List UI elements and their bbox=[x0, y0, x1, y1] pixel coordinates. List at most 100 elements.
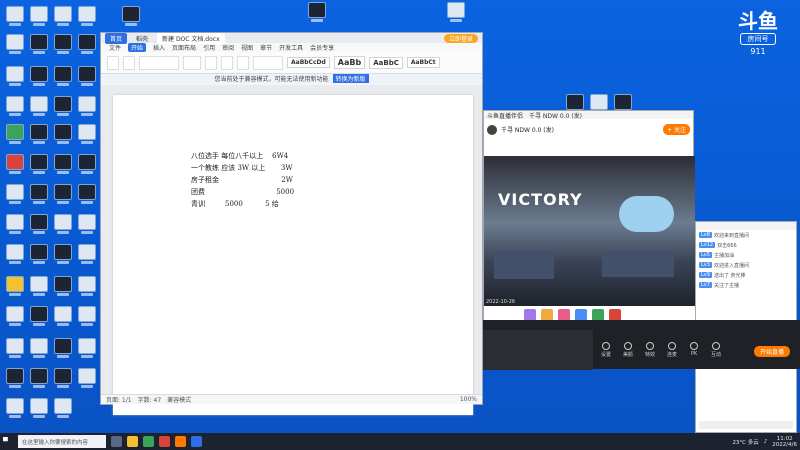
desktop-icon[interactable] bbox=[6, 398, 24, 418]
paste-button[interactable] bbox=[107, 55, 119, 70]
follow-button[interactable]: + 关注 bbox=[663, 124, 690, 135]
desktop-icon[interactable] bbox=[30, 398, 48, 418]
desktop-icon[interactable] bbox=[614, 94, 632, 114]
desktop-icon[interactable] bbox=[6, 214, 24, 234]
desktop-icon[interactable] bbox=[78, 214, 96, 234]
explorer-icon[interactable] bbox=[127, 436, 138, 447]
desktop-icon[interactable] bbox=[54, 214, 72, 234]
desktop-icon[interactable] bbox=[54, 244, 72, 264]
desktop-icon[interactable] bbox=[6, 66, 24, 86]
desktop-icon[interactable] bbox=[30, 66, 48, 86]
chat-input[interactable] bbox=[699, 421, 793, 429]
desktop-icon[interactable] bbox=[54, 6, 72, 26]
taskbar-search-input[interactable]: 在这里输入你要搜索的内容 bbox=[18, 435, 106, 448]
tab-document[interactable]: 新建 DOC 文档.docx bbox=[157, 32, 225, 44]
desktop-icon[interactable] bbox=[78, 338, 96, 358]
desktop-icon[interactable] bbox=[78, 244, 96, 264]
desktop-icon[interactable] bbox=[78, 184, 96, 204]
style-normal[interactable]: AaBbCcDd bbox=[287, 57, 330, 68]
desktop-icon[interactable] bbox=[308, 2, 326, 22]
desktop-icon[interactable] bbox=[30, 214, 48, 234]
desktop-icon[interactable] bbox=[30, 124, 48, 144]
desktop-icon[interactable] bbox=[78, 368, 96, 388]
clock[interactable]: 11:02 2022/4/6 bbox=[772, 436, 797, 448]
underline-button[interactable] bbox=[237, 55, 249, 70]
desktop-icon[interactable] bbox=[6, 244, 24, 264]
menu-sections[interactable]: 章节 bbox=[260, 43, 272, 52]
desktop-icon[interactable] bbox=[566, 94, 584, 114]
desktop-icon[interactable] bbox=[30, 6, 48, 26]
desktop-icon[interactable] bbox=[30, 276, 48, 296]
desktop-icon[interactable] bbox=[54, 124, 72, 144]
desktop-icon[interactable] bbox=[54, 338, 72, 358]
effects-control[interactable]: 特效 bbox=[642, 342, 658, 358]
tab-home[interactable]: 首页 bbox=[105, 32, 128, 44]
document-body[interactable]: 八位选手 每位八千以上 6W4 一个教练 应该 3W 以上 3W 房子租金 2W… bbox=[191, 150, 294, 210]
preview-thumbnail[interactable] bbox=[483, 330, 593, 370]
desktop-icon[interactable] bbox=[447, 2, 465, 22]
desktop-icon[interactable] bbox=[6, 276, 24, 296]
menu-developer[interactable]: 开发工具 bbox=[279, 43, 303, 52]
menu-insert[interactable]: 插入 bbox=[153, 43, 165, 52]
convert-button[interactable]: 转换为新版 bbox=[332, 74, 369, 83]
desktop-icon[interactable] bbox=[122, 6, 140, 26]
desktop-icon[interactable] bbox=[54, 306, 72, 326]
desktop-icon[interactable] bbox=[78, 276, 96, 296]
live-tab[interactable]: 千寻 NDW 0.0 (发) bbox=[529, 111, 582, 120]
pk-control[interactable]: PK bbox=[686, 342, 702, 358]
desktop-icon[interactable] bbox=[30, 96, 48, 116]
font-select[interactable] bbox=[139, 55, 179, 70]
desktop-icon[interactable] bbox=[54, 96, 72, 116]
menu-review[interactable]: 审阅 bbox=[222, 43, 234, 52]
interact-control[interactable]: 互动 bbox=[708, 342, 724, 358]
desktop-icon[interactable] bbox=[6, 124, 24, 144]
desktop-icon[interactable] bbox=[78, 6, 96, 26]
desktop-icon[interactable] bbox=[6, 184, 24, 204]
settings-control[interactable]: 设置 bbox=[598, 342, 614, 358]
desktop-icon[interactable] bbox=[54, 66, 72, 86]
zoom-level[interactable]: 100% bbox=[460, 396, 477, 403]
desktop-icon[interactable] bbox=[78, 124, 96, 144]
style-heading1[interactable]: AaBb bbox=[333, 56, 366, 69]
menu-start[interactable]: 开始 bbox=[128, 43, 147, 52]
desktop-icon[interactable] bbox=[30, 154, 48, 174]
windows-start-icon[interactable] bbox=[3, 436, 8, 442]
desktop-icon[interactable] bbox=[54, 368, 72, 388]
desktop-icon[interactable] bbox=[54, 34, 72, 54]
align-button[interactable] bbox=[253, 55, 283, 70]
italic-button[interactable] bbox=[221, 55, 233, 70]
menu-file[interactable]: 文件 bbox=[109, 43, 121, 52]
task-view-icon[interactable] bbox=[111, 436, 122, 447]
menu-layout[interactable]: 页面布局 bbox=[172, 43, 196, 52]
desktop-icon[interactable] bbox=[590, 94, 608, 114]
desktop-icon[interactable] bbox=[78, 96, 96, 116]
desktop-icon[interactable] bbox=[30, 338, 48, 358]
desktop-icon[interactable] bbox=[78, 34, 96, 54]
volume-icon[interactable]: ♪ bbox=[764, 439, 768, 445]
desktop-icon[interactable] bbox=[30, 306, 48, 326]
douyu-icon[interactable] bbox=[175, 436, 186, 447]
font-size-select[interactable] bbox=[183, 55, 201, 70]
cut-button[interactable] bbox=[123, 55, 135, 70]
desktop-icon[interactable] bbox=[54, 184, 72, 204]
style-heading2[interactable]: AaBbC bbox=[369, 56, 403, 69]
video-player[interactable]: VICTORY 2022-10-26 bbox=[484, 156, 695, 306]
document-page[interactable]: 八位选手 每位八千以上 6W4 一个教练 应该 3W 以上 3W 房子租金 2W… bbox=[113, 95, 473, 415]
desktop-icon[interactable] bbox=[30, 244, 48, 264]
menu-view[interactable]: 视图 bbox=[241, 43, 253, 52]
browser-icon[interactable] bbox=[143, 436, 154, 447]
desktop-icon[interactable] bbox=[6, 338, 24, 358]
menu-member[interactable]: 会员专享 bbox=[310, 43, 334, 52]
desktop-icon[interactable] bbox=[6, 306, 24, 326]
beauty-control[interactable]: 美颜 bbox=[620, 342, 636, 358]
desktop-icon[interactable] bbox=[54, 154, 72, 174]
login-button[interactable]: 立即登录 bbox=[443, 33, 478, 43]
go-live-button[interactable]: 开始直播 bbox=[753, 346, 790, 357]
desktop-icon[interactable] bbox=[30, 184, 48, 204]
menu-references[interactable]: 引用 bbox=[203, 43, 215, 52]
desktop-icon[interactable] bbox=[78, 154, 96, 174]
wps-icon[interactable] bbox=[159, 436, 170, 447]
tab-docer[interactable]: 稻壳 bbox=[131, 33, 153, 44]
style-heading3[interactable]: AaBbCt bbox=[406, 57, 440, 68]
desktop-icon[interactable] bbox=[6, 6, 24, 26]
